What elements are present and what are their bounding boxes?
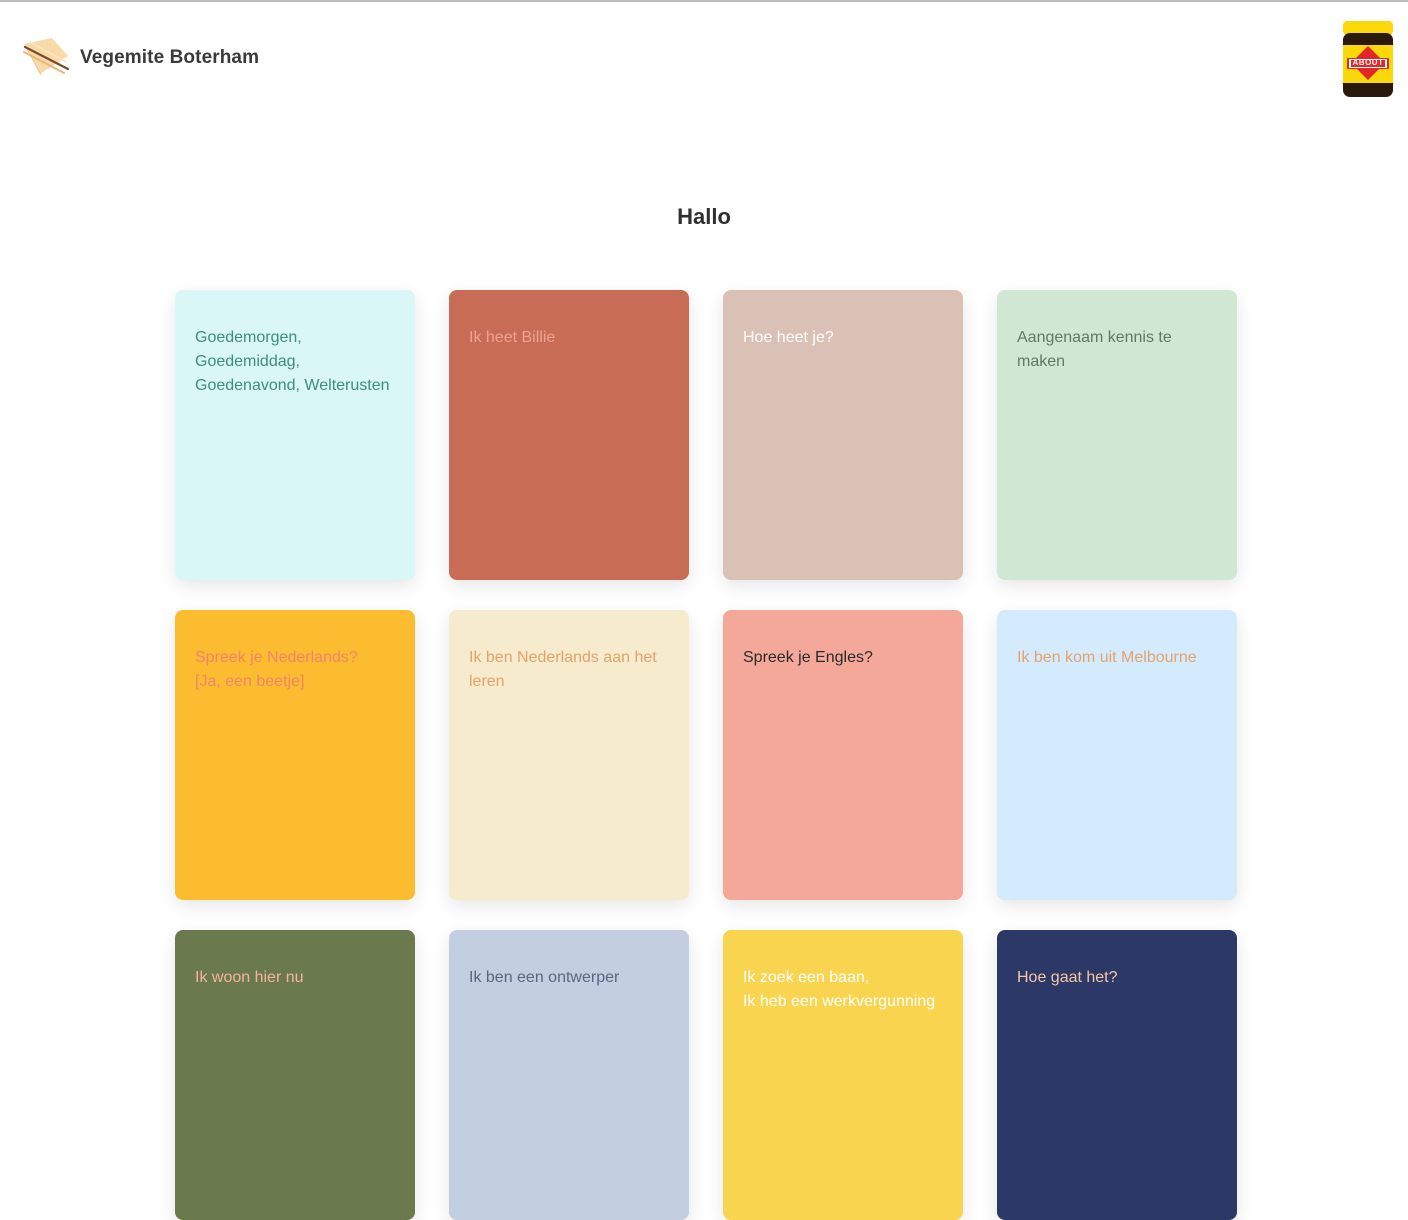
phrase-card[interactable]: Aangenaam kennis te maken	[997, 290, 1237, 580]
phrase-card-text: Ik woon hier nu	[195, 969, 304, 986]
phrase-card[interactable]: Ik heet Billie	[449, 290, 689, 580]
sandwich-icon	[22, 38, 70, 78]
phrase-card[interactable]: Ik ben een ontwerper	[449, 930, 689, 1220]
phrase-card[interactable]: Ik woon hier nu	[175, 930, 415, 1220]
phrase-card-text: Ik heet Billie	[469, 329, 556, 346]
brand-home-link[interactable]: Vegemite Boterham	[22, 38, 259, 78]
phrase-card[interactable]: Ik ben Nederlands aan het leren	[449, 610, 689, 900]
site-title: Vegemite Boterham	[80, 47, 260, 68]
phrase-card-text: Aangenaam kennis te maken	[1017, 329, 1172, 370]
phrase-card-text: Hoe heet je?	[743, 329, 834, 346]
phrase-card-grid: Goedemorgen, Goedemiddag, Goedenavond, W…	[175, 290, 1237, 1220]
phrase-card[interactable]: Hoe gaat het?	[997, 930, 1237, 1220]
phrase-card-text: Spreek je Engles?	[743, 649, 873, 666]
phrase-card-text: Spreek je Nederlands? [Ja, een beetje]	[195, 649, 358, 690]
about-label: ABOUT	[1352, 58, 1384, 67]
phrase-card[interactable]: Hoe heet je?	[723, 290, 963, 580]
about-button[interactable]: ABOUT	[1342, 21, 1394, 97]
phrase-card-text: Ik ben een ontwerper	[469, 969, 620, 986]
window-top-border	[0, 0, 1408, 2]
phrase-card-text: Goedemorgen, Goedemiddag, Goedenavond, W…	[195, 329, 390, 394]
phrase-card[interactable]: Ik zoek een baan, Ik heb een werkvergunn…	[723, 930, 963, 1220]
phrase-card-text: Ik ben Nederlands aan het leren	[469, 649, 657, 690]
phrase-card-text: Hoe gaat het?	[1017, 969, 1118, 986]
page-title: Hallo	[677, 204, 731, 229]
phrase-card[interactable]: Spreek je Engles?	[723, 610, 963, 900]
phrase-card-text: Ik ben kom uit Melbourne	[1017, 649, 1197, 666]
phrase-card[interactable]: Spreek je Nederlands? [Ja, een beetje]	[175, 610, 415, 900]
phrase-card[interactable]: Ik ben kom uit Melbourne	[997, 610, 1237, 900]
phrase-card-text: Ik zoek een baan, Ik heb een werkvergunn…	[743, 969, 936, 1010]
phrase-card[interactable]: Goedemorgen, Goedemiddag, Goedenavond, W…	[175, 290, 415, 580]
